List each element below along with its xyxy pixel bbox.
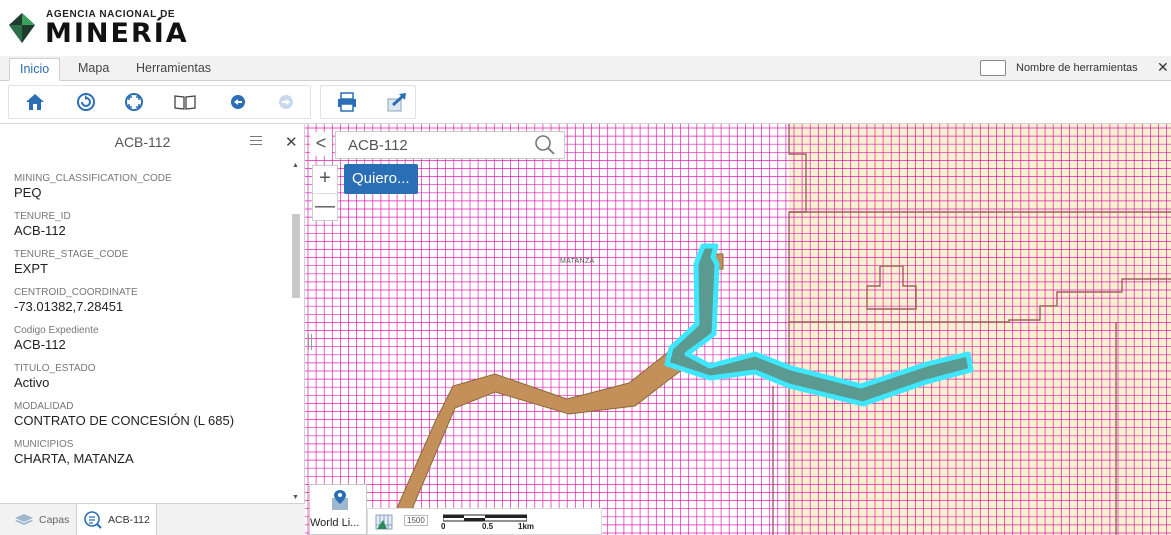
attribute-item: MUNICIPIOS CHARTA, MATANZA	[14, 438, 290, 467]
attribute-value: CONTRATO DE CONCESIÓN (L 685)	[14, 413, 235, 428]
attribute-label: MUNICIPIOS	[14, 439, 74, 450]
panel-title: ACB-112	[114, 134, 171, 150]
scale-badge: 1500	[404, 515, 428, 526]
toolbar	[0, 81, 1171, 124]
menu-icon[interactable]	[250, 136, 262, 148]
attribute-value: ACB-112	[14, 223, 66, 238]
map-canvas[interactable]	[305, 124, 1171, 535]
attribute-value: -73.01382,7.28451	[14, 299, 124, 314]
tool-names-label: Nombre de herramientas	[1016, 62, 1138, 74]
forward-button[interactable]	[273, 89, 299, 115]
place-label: MATANZA	[560, 258, 595, 265]
full-extent-button[interactable]	[121, 89, 147, 115]
scale-label-0: 0	[441, 522, 446, 531]
tab-mapa[interactable]: Mapa	[68, 58, 119, 81]
attribute-label: MODALIDAD	[14, 401, 74, 412]
scroll-down-icon[interactable]: ▼	[292, 494, 299, 501]
panel-close-icon[interactable]: ✕	[285, 133, 298, 151]
search-input[interactable]	[336, 132, 526, 158]
map-search[interactable]	[335, 131, 565, 159]
map-view[interactable]: < + — Quiero... MATANZA World Li...	[305, 124, 1171, 535]
attribute-item: TENURE_STAGE_CODE EXPT	[14, 248, 290, 277]
attribute-list: MINING_CLASSIFICATION_CODE PEQ TENURE_ID…	[0, 172, 290, 502]
attribute-label: TENURE_ID	[14, 211, 71, 222]
tab-acb-112[interactable]: ACB-112	[76, 504, 157, 535]
layers-icon	[15, 514, 33, 525]
home-icon	[26, 94, 44, 110]
refresh-icon	[77, 93, 95, 111]
measure-icon[interactable]	[374, 513, 394, 531]
tab-inicio[interactable]: Inicio	[9, 58, 61, 81]
scroll-up-icon[interactable]: ▲	[292, 162, 299, 169]
zoom-control: + —	[312, 165, 338, 221]
zoom-in-button[interactable]: +	[313, 166, 337, 193]
tab-capas[interactable]: Capas	[8, 504, 75, 535]
quiero-button[interactable]: Quiero...	[344, 164, 418, 194]
attribute-label: TENURE_STAGE_CODE	[14, 249, 129, 260]
bookmark-button[interactable]	[172, 89, 198, 115]
basemap-switcher[interactable]: World Li...	[309, 484, 367, 535]
scale-label-mid: 0.5	[482, 522, 494, 531]
attribute-item: TITULO_ESTADO Activo	[14, 362, 290, 391]
attribute-label: CENTROID_COORDINATE	[14, 287, 138, 298]
attribute-item: TENURE_ID ACB-112	[14, 210, 290, 239]
back-button[interactable]	[225, 89, 251, 115]
tab-acb-112-label: ACB-112	[108, 514, 150, 526]
panel-scrollbar[interactable]: ▲ ▼	[290, 162, 302, 507]
logo-icon	[9, 13, 35, 43]
close-icon[interactable]: ✕	[1157, 59, 1169, 76]
attribute-label: TITULO_ESTADO	[14, 363, 96, 374]
forward-icon	[279, 95, 293, 109]
attribute-value: EXPT	[14, 261, 48, 276]
attribute-item: Codigo Expediente ACB-112	[14, 324, 290, 353]
identify-icon	[84, 511, 102, 529]
panel-resize-handle[interactable]	[308, 334, 312, 350]
scale-widget: 1500 0 0.5 1km	[367, 508, 602, 535]
print-icon	[338, 92, 356, 112]
share-icon	[387, 93, 406, 112]
scale-label-end: 1km	[518, 522, 535, 531]
app-window: AGENCIA NACIONAL DE MINERÍA Inicio Mapa …	[0, 0, 1171, 535]
toolbar-group-navigation	[8, 85, 311, 119]
org-name-big: MINERÍA	[45, 18, 189, 49]
zoom-out-button[interactable]: —	[313, 194, 337, 221]
tool-names-toggle[interactable]	[980, 60, 1006, 76]
attribute-value: PEQ	[14, 185, 42, 200]
attribute-panel: ACB-112 ✕ MINING_CLASSIFICATION_CODE PEQ…	[0, 124, 305, 535]
full-extent-icon	[125, 93, 143, 111]
basemap-label: World Li...	[310, 517, 360, 529]
panel-footer-tabs: Capas ACB-112	[0, 503, 305, 535]
back-icon	[231, 95, 245, 109]
basemap-icon	[332, 490, 348, 510]
attribute-item: CENTROID_COORDINATE -73.01382,7.28451	[14, 286, 290, 315]
share-button[interactable]	[384, 89, 410, 115]
collapse-panel-icon[interactable]: <	[310, 132, 332, 156]
app-header: AGENCIA NACIONAL DE MINERÍA	[0, 0, 1171, 56]
attribute-label: MINING_CLASSIFICATION_CODE	[14, 173, 172, 184]
home-button[interactable]	[22, 89, 48, 115]
search-icon[interactable]	[534, 134, 556, 156]
tab-herramientas[interactable]: Herramientas	[126, 58, 221, 81]
refresh-button[interactable]	[73, 89, 99, 115]
tab-capas-label: Capas	[39, 514, 70, 526]
attribute-value: ACB-112	[14, 337, 66, 352]
bookmark-icon	[174, 95, 196, 110]
attribute-label: Codigo Expediente	[14, 325, 99, 336]
attribute-item: MODALIDAD CONTRATO DE CONCESIÓN (L 685)	[14, 400, 290, 429]
scrollbar-thumb[interactable]	[292, 214, 300, 298]
print-button[interactable]	[334, 89, 360, 115]
attribute-value: Activo	[14, 375, 50, 390]
attribute-value: CHARTA, MATANZA	[14, 451, 134, 466]
attribute-item: MINING_CLASSIFICATION_CODE PEQ	[14, 172, 290, 201]
